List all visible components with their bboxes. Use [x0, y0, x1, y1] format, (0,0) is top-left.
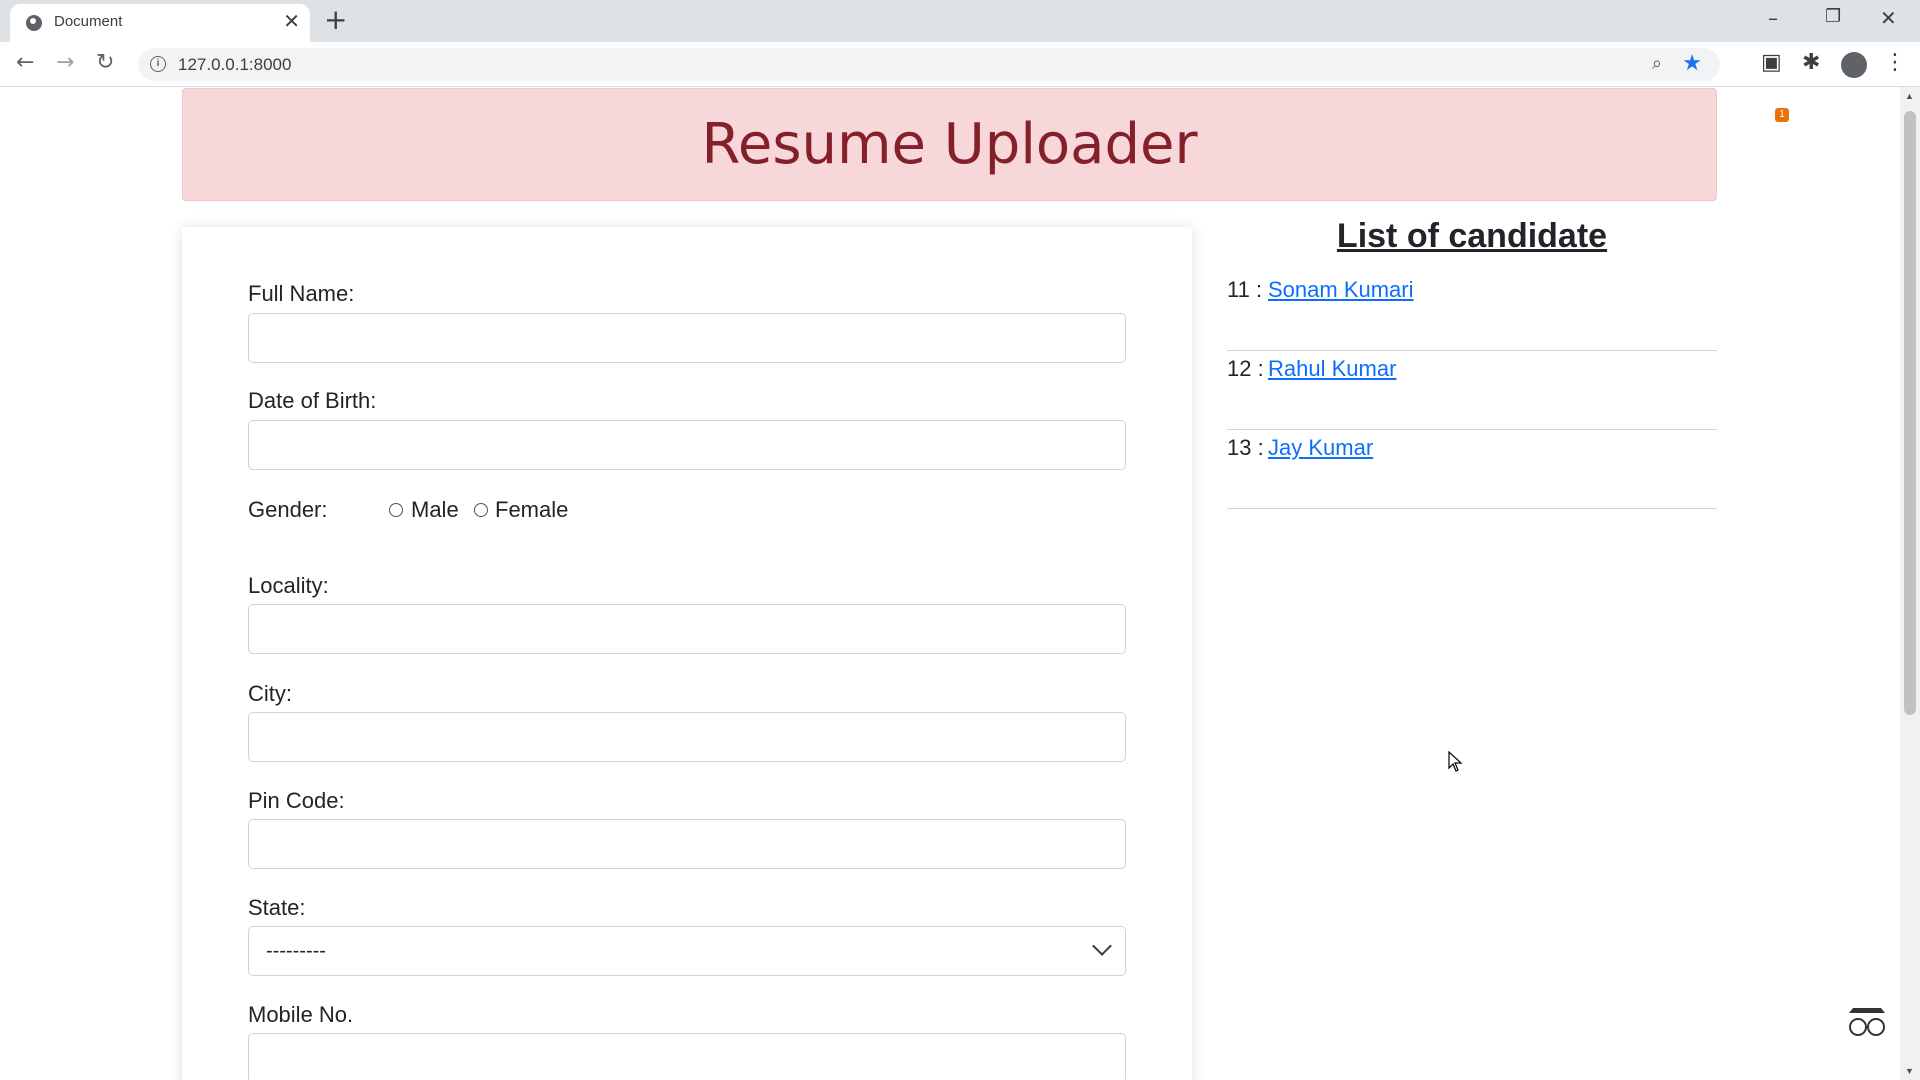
list-item: 13 : Jay Kumar — [1227, 429, 1717, 509]
page-viewport: Resume Uploader Full Name: Date of Birth… — [0, 87, 1900, 1080]
candidate-number: 13 : — [1227, 435, 1264, 460]
pin-code-input[interactable] — [248, 819, 1126, 869]
browser-tab[interactable]: Document ✕ — [10, 4, 310, 42]
dob-label: Date of Birth: — [248, 388, 377, 413]
gender-female-label: Female — [495, 497, 569, 522]
state-selected-value: --------- — [266, 940, 326, 962]
globe-icon — [26, 15, 42, 31]
candidate-link[interactable]: Sonam Kumari — [1268, 277, 1414, 303]
forward-icon[interactable]: → — [56, 50, 74, 76]
window-close-icon[interactable]: ✕ — [1880, 6, 1897, 30]
zoom-icon[interactable]: ⌕ — [1652, 53, 1662, 74]
candidate-number: 11 : — [1227, 277, 1263, 302]
candidate-link[interactable]: Jay Kumar — [1268, 435, 1373, 461]
scroll-up-icon[interactable]: ▲ — [1905, 91, 1914, 101]
reload-icon[interactable]: ↻ — [96, 50, 114, 76]
profile-avatar[interactable] — [1841, 52, 1867, 78]
mobile-input[interactable] — [248, 1033, 1126, 1080]
list-item: 11 : Sonam Kumari — [1227, 271, 1717, 351]
locality-label: Locality: — [248, 573, 329, 598]
url-text: 127.0.0.1:8000 — [178, 55, 292, 74]
candidate-link[interactable]: Rahul Kumar — [1268, 356, 1396, 382]
back-icon[interactable]: ← — [16, 50, 34, 76]
glasses-extension-icon[interactable] — [1843, 1005, 1891, 1039]
city-label: City: — [248, 681, 292, 706]
minimize-icon[interactable]: – — [1768, 6, 1778, 30]
dob-input[interactable] — [248, 420, 1126, 470]
gender-label: Gender: — [248, 497, 328, 522]
gender-female-radio[interactable] — [474, 503, 488, 517]
chevron-down-icon — [1092, 936, 1112, 956]
restore-icon[interactable]: ❐ — [1825, 6, 1841, 27]
full-name-input[interactable] — [248, 313, 1126, 363]
resume-form: Full Name: Date of Birth: Gender: Male F… — [182, 227, 1192, 1080]
tab-title: Document — [54, 13, 123, 30]
mouse-cursor-icon — [1448, 751, 1463, 772]
full-name-label: Full Name: — [248, 281, 355, 306]
scrollbar-thumb[interactable] — [1904, 111, 1916, 715]
state-label: State: — [248, 895, 306, 920]
info-icon[interactable]: i — [150, 56, 166, 72]
page-header: Resume Uploader — [182, 88, 1717, 201]
mobile-label: Mobile No. — [248, 1002, 354, 1027]
extension-icon[interactable]: ▣ — [1761, 50, 1782, 75]
menu-icon[interactable]: ⋮ — [1884, 50, 1906, 75]
pin-code-label: Pin Code: — [248, 788, 345, 813]
scroll-down-icon[interactable]: ▼ — [1905, 1066, 1914, 1076]
gender-male-radio[interactable] — [389, 503, 403, 517]
locality-input[interactable] — [248, 604, 1126, 654]
address-bar[interactable]: i 127.0.0.1:8000 ⌕ ★ — [138, 48, 1720, 81]
bookmark-star-icon[interactable]: ★ — [1682, 50, 1702, 76]
list-item: 12 : Rahul Kumar — [1227, 350, 1717, 430]
page-scrollbar[interactable]: ▲ ▼ — [1900, 87, 1920, 1080]
browser-toolbar: ← → ↻ i 127.0.0.1:8000 ⌕ ★ ▣ 1 ✱ ⋮ — [0, 42, 1920, 122]
tab-strip: Document ✕ + – ❐ ✕ — [0, 0, 1920, 42]
gender-male-label: Male — [411, 497, 459, 522]
new-tab-button[interactable]: + — [324, 5, 347, 35]
state-select[interactable]: --------- — [248, 926, 1126, 976]
close-tab-icon[interactable]: ✕ — [283, 10, 300, 34]
candidate-list-heading: List of candidate — [1336, 217, 1608, 255]
page-title: Resume Uploader — [701, 112, 1198, 177]
puzzle-icon[interactable]: ✱ — [1802, 50, 1820, 75]
city-input[interactable] — [248, 712, 1126, 762]
candidate-number: 12 : — [1227, 356, 1264, 381]
